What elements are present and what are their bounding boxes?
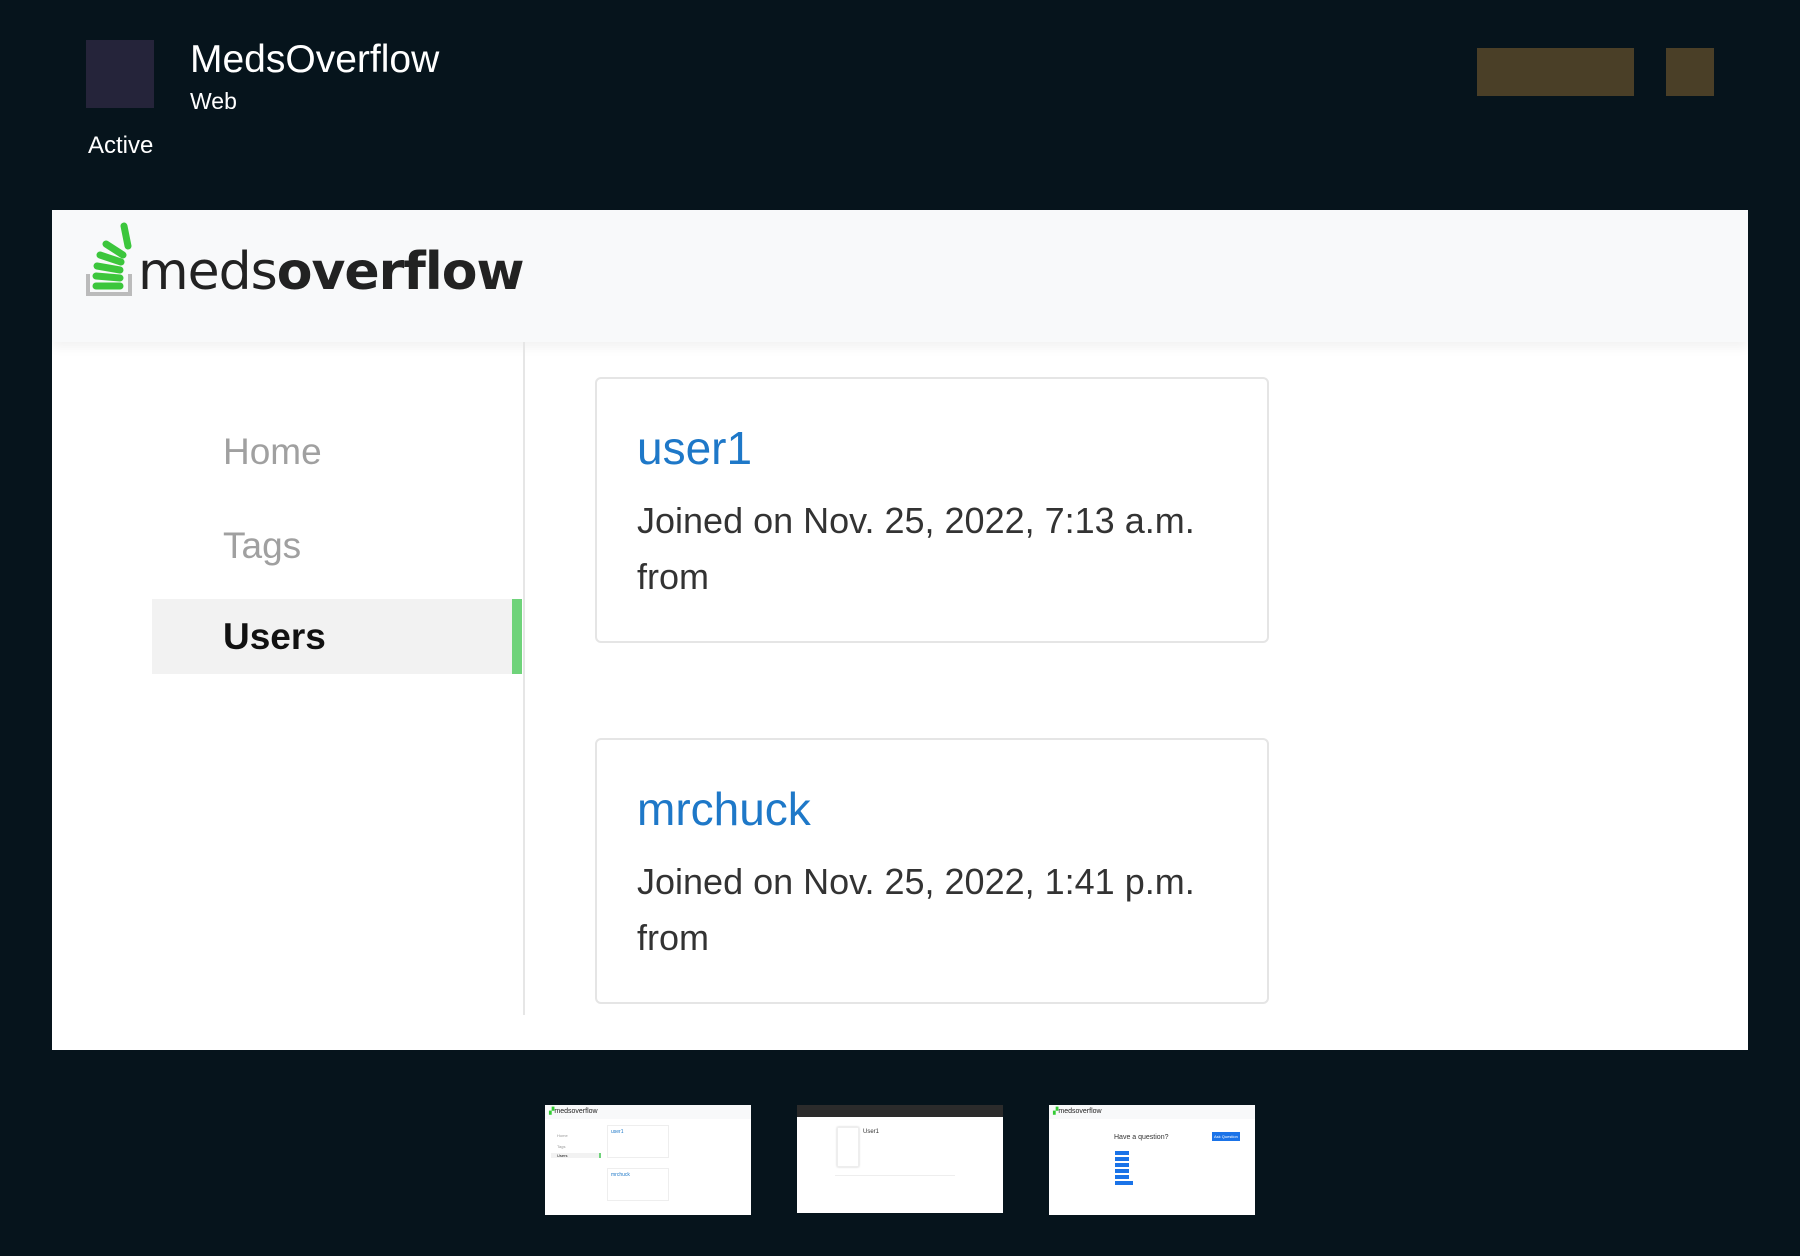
sidebar-divider (523, 342, 525, 1015)
thumb-browser-bar (797, 1105, 1003, 1117)
app-title: MedsOverflow (190, 38, 440, 81)
thumb-header: ▞medsoverflow (1049, 1105, 1255, 1119)
thumb-header: ▞medsoverflow (545, 1105, 751, 1119)
secondary-action-button[interactable] (1666, 48, 1714, 96)
thumb-divider (835, 1175, 955, 1176)
joined-date: Joined on Nov. 25, 2022, 1:41 p.m. (637, 861, 1195, 902)
joined-date: Joined on Nov. 25, 2022, 7:13 a.m. (637, 500, 1195, 541)
screenshot-preview: medsoverflow Home Tags Users user1 Joine… (52, 210, 1748, 1050)
status-label: Active (88, 132, 154, 159)
thumb-nav: Users (551, 1153, 601, 1158)
logo-text: medsoverflow (138, 242, 524, 302)
user-card: user1 Joined on Nov. 25, 2022, 7:13 a.m.… (595, 377, 1269, 643)
user-link[interactable]: user1 (637, 421, 1227, 475)
thumb-card: user1 (607, 1125, 669, 1158)
user-link[interactable]: mrchuck (637, 782, 1227, 836)
thumb-ask-button: Ask Question (1212, 1132, 1240, 1141)
nav-home[interactable]: Home (152, 414, 522, 489)
thumb-nav: Home (557, 1133, 568, 1138)
thumb-title: Have a question? (1114, 1134, 1169, 1141)
app-subtitle: Web (190, 88, 237, 114)
thumbnail-profile[interactable]: User1 (797, 1105, 1003, 1213)
thumb-tags (1115, 1151, 1133, 1187)
thumbnail-users[interactable]: ▞medsoverflow Home Tags Users user1 mrch… (545, 1105, 751, 1215)
thumb-title: User1 (863, 1129, 880, 1135)
logo-stack-icon (86, 222, 132, 296)
nav-tags[interactable]: Tags (152, 508, 522, 583)
user-from: from (637, 556, 709, 597)
thumb-card: mrchuck (607, 1168, 669, 1201)
site-header: medsoverflow (52, 210, 1748, 342)
thumb-avatar (837, 1127, 859, 1167)
user-from: from (637, 917, 709, 958)
primary-action-button[interactable] (1477, 48, 1634, 96)
nav-users[interactable]: Users (152, 599, 522, 674)
site-logo[interactable]: medsoverflow (84, 218, 524, 298)
thumbnail-tags[interactable]: ▞medsoverflow Have a question? Ask Quest… (1049, 1105, 1255, 1215)
app-icon (86, 40, 154, 108)
thumb-nav: Tags (557, 1144, 566, 1149)
user-card: mrchuck Joined on Nov. 25, 2022, 1:41 p.… (595, 738, 1269, 1004)
